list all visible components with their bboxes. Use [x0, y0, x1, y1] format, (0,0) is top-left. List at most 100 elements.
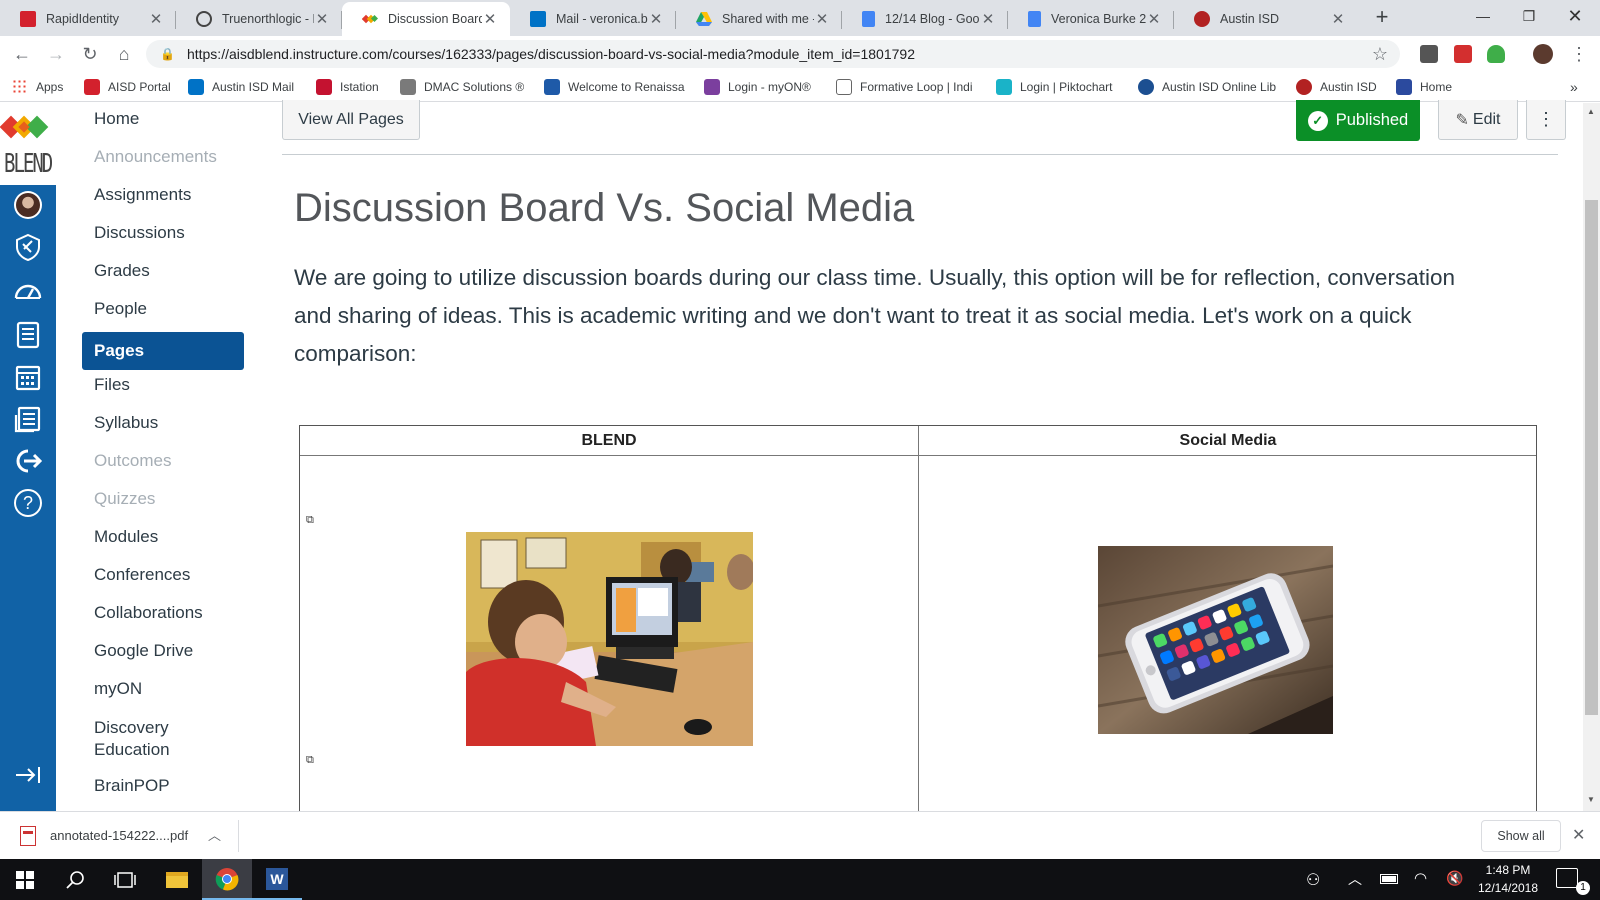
clock-date[interactable]: 12/14/2018 — [1468, 881, 1548, 895]
windows-start-icon[interactable] — [0, 859, 50, 900]
battery-icon[interactable] — [1380, 874, 1398, 884]
tab-blog-doc[interactable]: 12/14 Blog - Goog ✕ — [842, 2, 1008, 36]
nav-syllabus[interactable]: Syllabus — [94, 413, 158, 433]
window-close-icon[interactable]: ✕ — [1552, 0, 1598, 32]
tray-chevron-icon[interactable]: ︿ — [1348, 869, 1362, 889]
bookmark-istation[interactable]: Istation — [316, 78, 379, 96]
bookmark-dmac[interactable]: DMAC Solutions ® — [400, 78, 524, 96]
address-bar[interactable]: 🔒 https://aisdblend.instructure.com/cour… — [146, 40, 1400, 68]
action-center-icon[interactable] — [1556, 868, 1578, 888]
wifi-icon[interactable]: ◠ — [1414, 869, 1427, 887]
close-icon[interactable]: ✕ — [814, 10, 830, 28]
word-taskbar-icon[interactable]: W — [252, 859, 302, 900]
bookmark-austin-isd-mail[interactable]: Austin ISD Mail — [188, 78, 294, 96]
nav-brainpop[interactable]: BrainPOP — [94, 776, 170, 796]
download-item[interactable]: annotated-154222....pdf ︿ — [0, 812, 238, 860]
nav-conferences[interactable]: Conferences — [94, 565, 190, 585]
blend-logo[interactable]: BLEND — [0, 103, 56, 185]
nav-myon[interactable]: myON — [94, 679, 142, 699]
minimize-icon[interactable]: — — [1460, 0, 1506, 32]
bookmark-apps[interactable]: Apps — [12, 78, 63, 96]
close-icon[interactable]: ✕ — [148, 10, 164, 28]
file-explorer-icon[interactable] — [152, 859, 202, 900]
reload-icon[interactable]: ↻ — [76, 40, 104, 68]
forward-icon[interactable]: → — [42, 40, 70, 68]
nav-collaborations[interactable]: Collaborations — [94, 603, 203, 623]
bookmarks-overflow-button[interactable]: » — [1570, 78, 1578, 96]
commons-icon[interactable] — [12, 445, 44, 477]
tab-discussion-board[interactable]: Discussion Board V ✕ — [342, 2, 510, 36]
home-icon[interactable]: ⌂ — [110, 40, 138, 68]
bookmark-home[interactable]: Home — [1396, 78, 1452, 96]
people-icon[interactable]: ⚇ — [1306, 870, 1320, 890]
help-icon[interactable]: ? — [12, 487, 44, 519]
account-icon[interactable] — [12, 189, 44, 221]
extension-red-icon[interactable] — [1454, 45, 1472, 63]
search-icon[interactable] — [50, 859, 100, 900]
external-link-icon[interactable]: ⧉ — [306, 754, 314, 767]
clock-time[interactable]: 1:48 PM — [1468, 863, 1548, 877]
nav-google-drive[interactable]: Google Drive — [94, 641, 193, 661]
bookmark-star-icon[interactable]: ☆ — [1372, 44, 1388, 65]
scrollbar-thumb[interactable] — [1585, 200, 1598, 715]
close-icon[interactable]: ✕ — [482, 10, 498, 28]
bookmark-austin-isd[interactable]: Austin ISD — [1296, 78, 1377, 96]
bookmark-online-library[interactable]: Austin ISD Online Lib — [1138, 78, 1284, 96]
nav-discovery-education[interactable]: Discovery Education — [94, 717, 204, 761]
admin-icon[interactable] — [12, 231, 44, 263]
nav-pages[interactable]: Pages — [82, 332, 244, 370]
chrome-menu-icon[interactable]: ⋮ — [1570, 44, 1588, 65]
download-menu-chevron-icon[interactable]: ︿ — [208, 825, 221, 844]
bookmark-formative-loop[interactable]: Formative Loop | Indi — [836, 78, 982, 96]
tab-truenorthlogic[interactable]: Truenorthlogic - Er ✕ — [176, 2, 342, 36]
nav-quizzes[interactable]: Quizzes — [94, 489, 155, 509]
extension-shield-icon[interactable] — [1487, 45, 1505, 63]
nav-grades[interactable]: Grades — [94, 261, 150, 281]
show-all-downloads-button[interactable]: Show all — [1481, 820, 1561, 852]
volume-muted-icon[interactable]: 🔇 — [1446, 870, 1463, 887]
external-link-icon[interactable]: ⧉ — [306, 514, 314, 527]
back-icon[interactable]: ← — [8, 40, 36, 68]
close-icon[interactable]: ✕ — [648, 10, 664, 28]
bookmark-piktochart[interactable]: Login | Piktochart — [996, 78, 1113, 96]
tab-google-drive[interactable]: Shared with me - G ✕ — [676, 2, 842, 36]
nav-people[interactable]: People — [94, 299, 147, 319]
tab-austin-isd[interactable]: Austin ISD ✕ — [1174, 2, 1358, 36]
bookmark-myon[interactable]: Login - myON® — [704, 78, 811, 96]
nav-outcomes[interactable]: Outcomes — [94, 451, 171, 471]
chrome-taskbar-icon[interactable] — [202, 859, 252, 900]
close-icon[interactable]: ✕ — [1146, 10, 1162, 28]
task-view-icon[interactable] — [100, 859, 150, 900]
nav-modules[interactable]: Modules — [94, 527, 158, 547]
tab-rapididentity[interactable]: RapidIdentity ✕ — [0, 2, 176, 36]
close-icon[interactable]: ✕ — [1330, 10, 1346, 28]
courses-icon[interactable] — [12, 319, 44, 351]
scroll-up-icon[interactable]: ▲ — [1587, 107, 1595, 116]
nav-discussions[interactable]: Discussions — [94, 223, 185, 243]
nav-home[interactable]: Home — [94, 109, 139, 129]
tab-mail[interactable]: Mail - veronica.bur ✕ — [510, 2, 676, 36]
bookmark-aisd-portal[interactable]: AISD Portal — [84, 78, 171, 96]
new-tab-button[interactable]: + — [1368, 6, 1396, 30]
close-icon[interactable]: ✕ — [314, 10, 330, 28]
dashboard-icon[interactable] — [12, 275, 44, 307]
restore-icon[interactable]: ❐ — [1506, 0, 1552, 32]
nav-assignments[interactable]: Assignments — [94, 185, 191, 205]
nav-announcements[interactable]: Announcements — [94, 147, 217, 167]
more-options-icon[interactable]: ⋮ — [1526, 100, 1566, 140]
view-all-pages-button[interactable]: View All Pages — [282, 100, 420, 140]
calendar-icon[interactable] — [12, 361, 44, 393]
published-button[interactable]: ✓ Published — [1296, 100, 1420, 141]
scroll-down-icon[interactable]: ▼ — [1587, 795, 1595, 804]
page-scrollbar[interactable]: ▲ ▼ — [1583, 103, 1600, 811]
bookmark-renaissance[interactable]: Welcome to Renaissa — [544, 78, 690, 96]
extension-s-icon[interactable] — [1420, 45, 1438, 63]
close-icon[interactable]: ✕ — [980, 10, 996, 28]
close-downloads-icon[interactable]: ✕ — [1572, 825, 1585, 845]
tab-veronica-doc[interactable]: Veronica Burke 20 ✕ — [1008, 2, 1174, 36]
edit-button[interactable]: ✎ Edit — [1438, 100, 1518, 140]
profile-avatar[interactable] — [1533, 44, 1553, 64]
nav-files[interactable]: Files — [94, 375, 130, 395]
collapse-icon[interactable] — [12, 759, 44, 791]
inbox-icon[interactable] — [12, 403, 44, 435]
